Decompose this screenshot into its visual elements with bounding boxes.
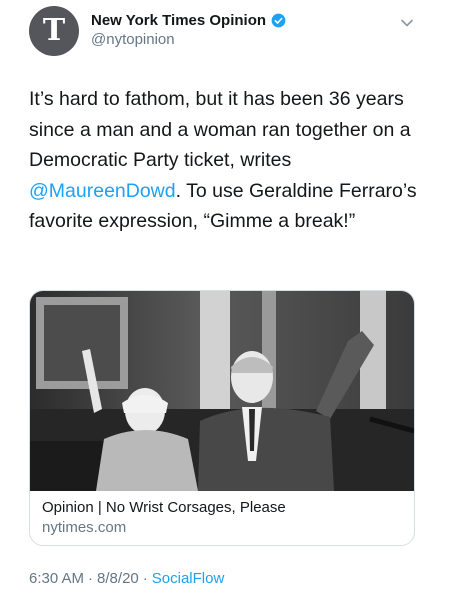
timestamp-date[interactable]: 8/8/20 — [97, 570, 139, 587]
link-card[interactable]: Opinion | No Wrist Corsages, Please nyti… — [29, 290, 415, 546]
tweet-footer: 6:30 AM · 8/8/20 · SocialFlow — [29, 570, 224, 587]
card-title: Opinion | No Wrist Corsages, Please — [42, 499, 286, 516]
separator: · — [88, 570, 94, 587]
display-name[interactable]: New York Times Opinion — [91, 12, 266, 29]
chevron-down-icon[interactable] — [400, 16, 414, 30]
tweet-text: It’s hard to fathom, but it has been 36 … — [29, 84, 421, 237]
tweet-header: T New York Times Opinion @nytopinion — [29, 6, 429, 58]
verified-badge-icon — [271, 13, 286, 28]
avatar[interactable]: T — [29, 6, 79, 56]
tweet-text-part: It’s hard to fathom, but it has been 36 … — [29, 88, 416, 171]
separator: · — [142, 570, 148, 587]
card-meta: Opinion | No Wrist Corsages, Please nyti… — [42, 499, 286, 536]
timestamp-time[interactable]: 6:30 AM — [29, 570, 84, 587]
handle[interactable]: @nytopinion — [91, 31, 286, 48]
avatar-logo: T — [42, 13, 66, 48]
source-link[interactable]: SocialFlow — [152, 570, 225, 587]
card-domain: nytimes.com — [42, 519, 127, 536]
mention-link[interactable]: @MaureenDowd — [29, 180, 176, 202]
author-block[interactable]: New York Times Opinion @nytopinion — [91, 12, 286, 48]
card-photo — [30, 291, 414, 491]
